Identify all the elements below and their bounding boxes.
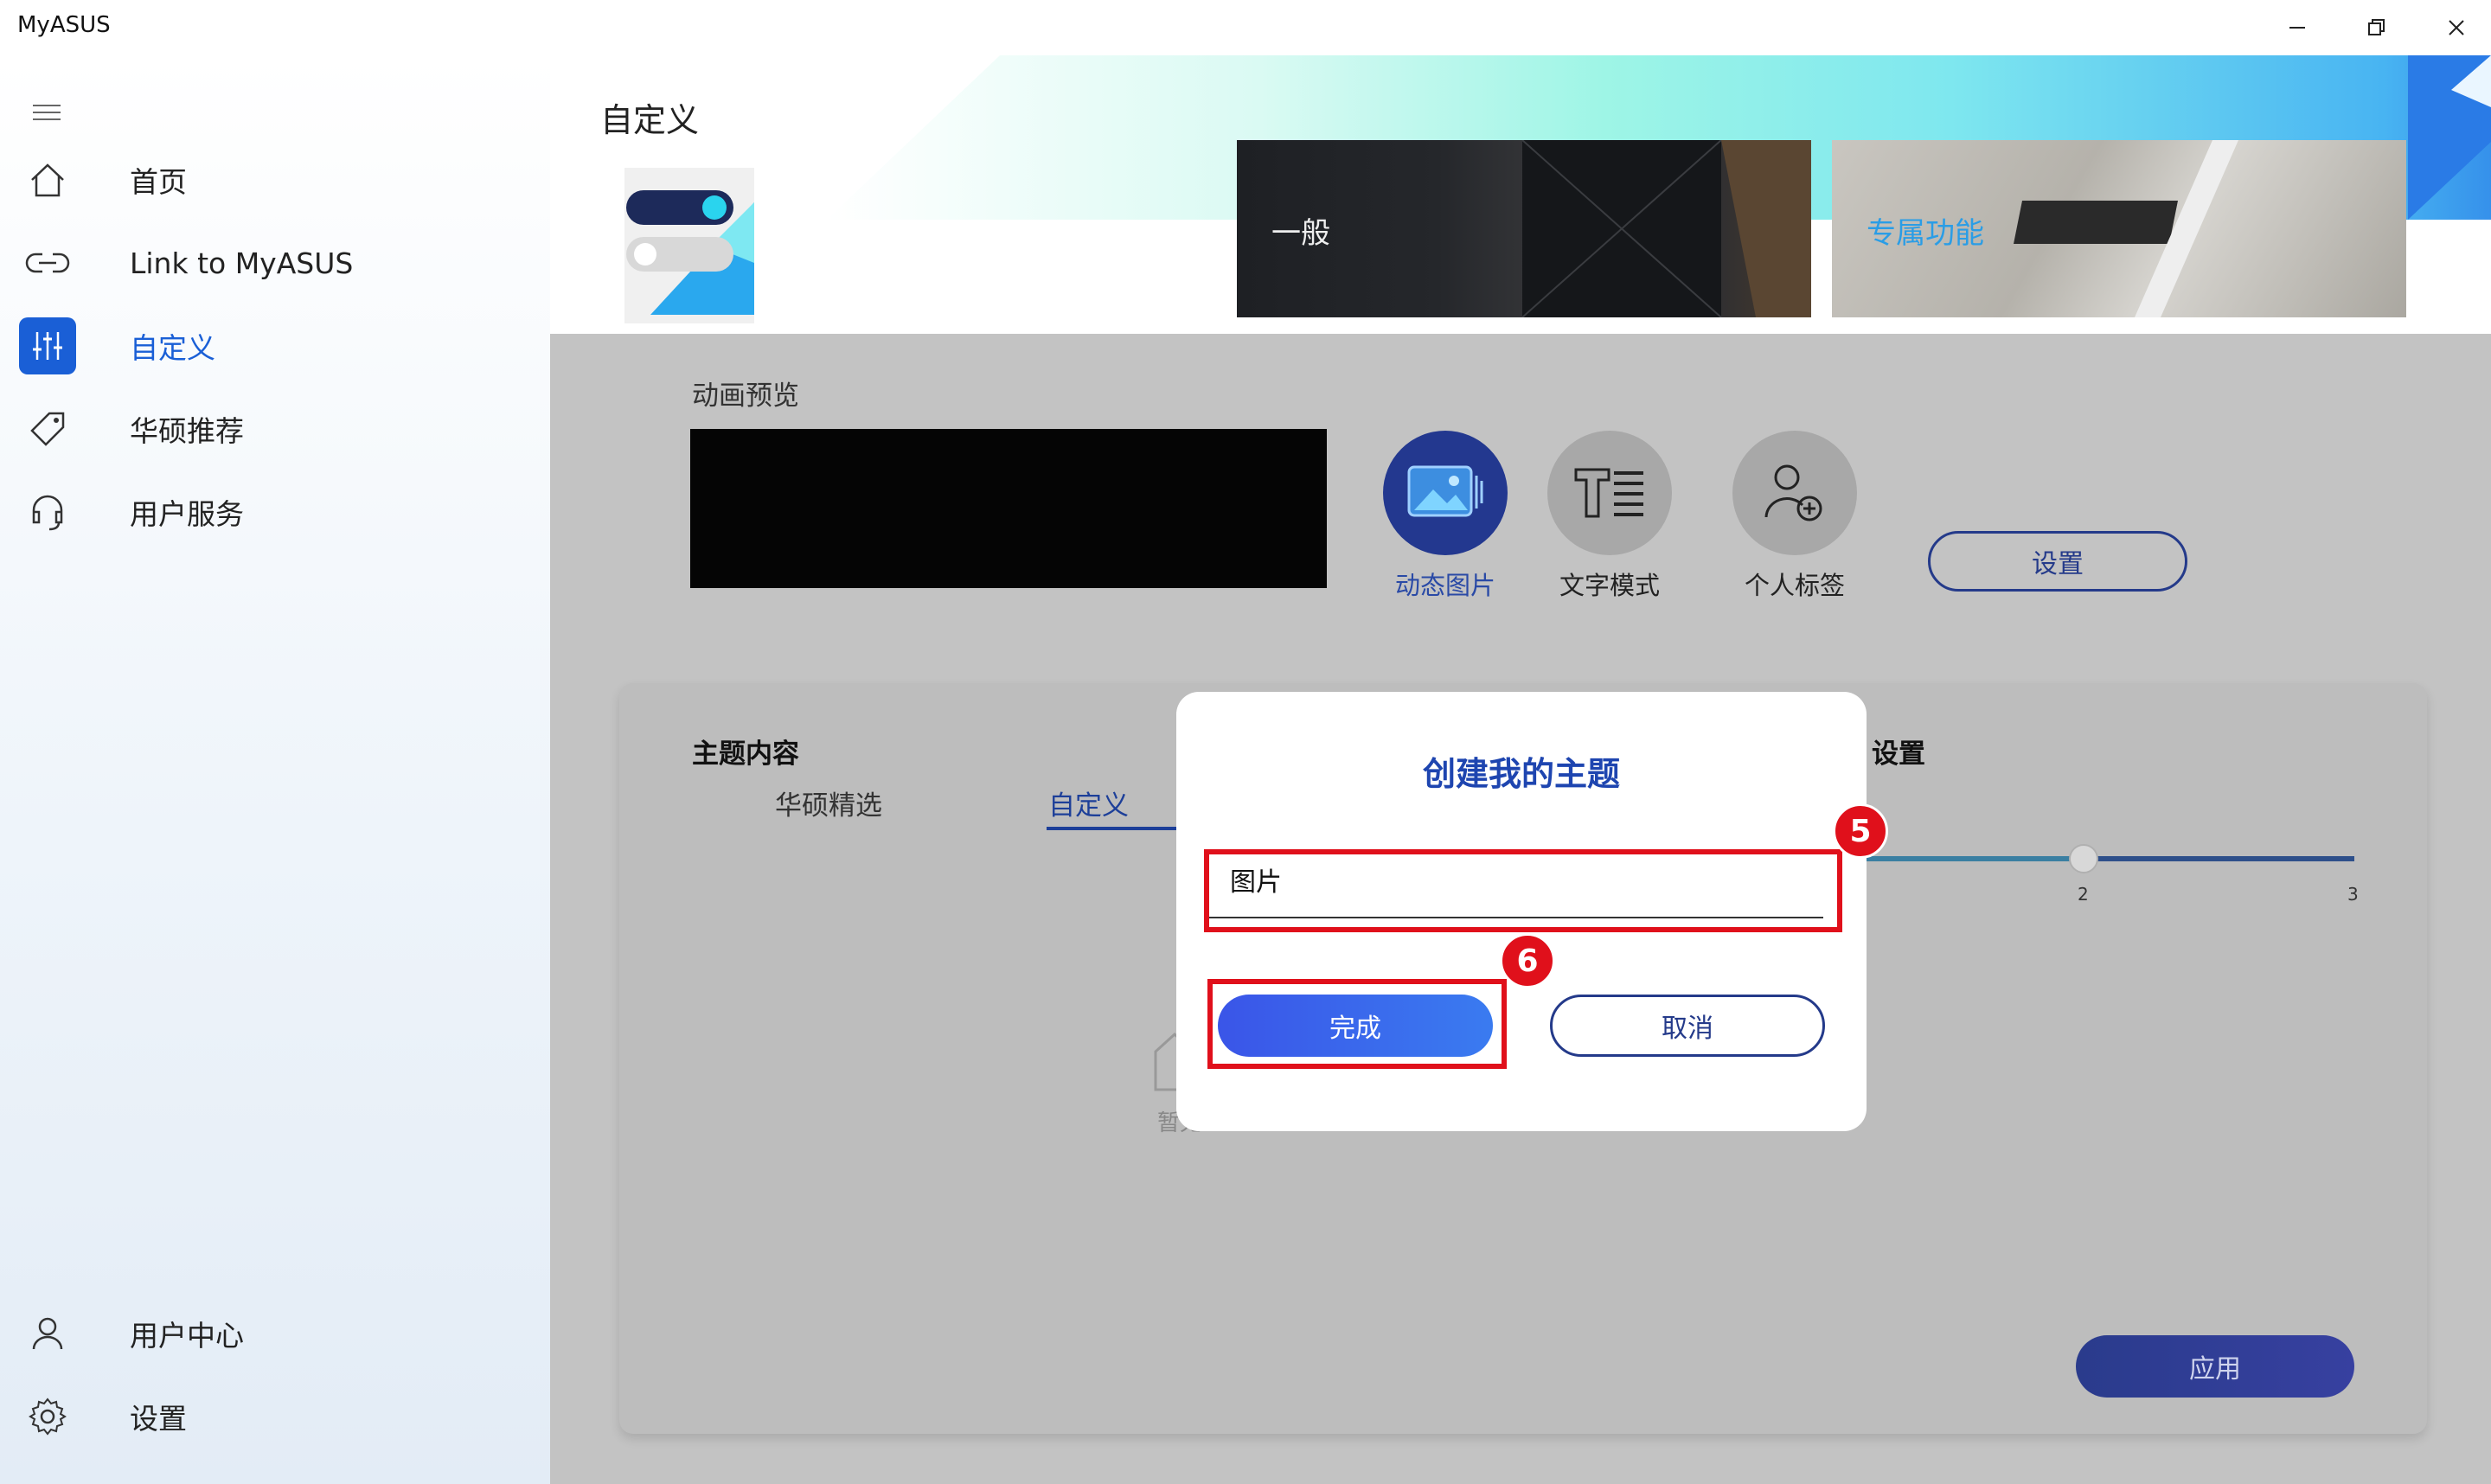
sidebar-item-label: 设置: [130, 1402, 187, 1436]
sidebar-item-link-to-myasus[interactable]: Link to MyASUS: [0, 227, 550, 299]
hamburger-icon: [33, 105, 61, 120]
settings-section-title: 设置: [1872, 739, 1925, 770]
theme-content-title: 主题内容: [692, 739, 799, 770]
step-badge: 6: [1500, 933, 1555, 988]
user-icon: [19, 1305, 76, 1362]
sidebar-item-settings[interactable]: 设置: [0, 1380, 550, 1453]
slider-tick-label: 3: [2347, 884, 2359, 905]
toggle-illustration-icon: [599, 150, 780, 332]
restore-icon: [2368, 19, 2385, 35]
hamburger-button[interactable]: [29, 97, 64, 131]
minimize-button[interactable]: [2257, 0, 2337, 55]
headset-icon: [19, 483, 76, 541]
mode-personal-tag[interactable]: 个人标签: [1730, 431, 1860, 602]
sidebar-item-label: 首页: [130, 165, 187, 199]
tab-asus-picks[interactable]: 华硕精选: [775, 784, 882, 822]
minimize-icon: [2289, 27, 2305, 29]
mode-dynamic-image[interactable]: 动态图片: [1380, 431, 1510, 602]
dialog-title: 创建我的主题: [1422, 755, 1620, 793]
step-badge: 5: [1833, 803, 1888, 859]
page-title: 自定义: [600, 101, 700, 139]
apply-button[interactable]: 应用: [2076, 1335, 2354, 1398]
mode-label: 文字模式: [1559, 571, 1660, 600]
image-icon: [1383, 431, 1508, 555]
mode-label: 个人标签: [1744, 571, 1845, 600]
card-general-label: 一般: [1271, 216, 1330, 251]
close-icon: [2449, 20, 2464, 35]
slider-tick-label: 2: [2078, 884, 2089, 905]
sidebar-item-home[interactable]: 首页: [0, 144, 550, 216]
sidebar-item-label: 用户服务: [130, 497, 244, 531]
title-bar: MyASUS: [0, 0, 2491, 55]
sidebar-item-recommend[interactable]: 华硕推荐: [0, 393, 550, 465]
preview-settings-button[interactable]: 设置: [1928, 531, 2187, 592]
close-button[interactable]: [2417, 0, 2491, 55]
speed-slider-handle[interactable]: [2069, 844, 2098, 873]
sidebar-item-service[interactable]: 用户服务: [0, 476, 550, 548]
sidebar-item-user-center[interactable]: 用户中心: [0, 1297, 550, 1370]
restore-button[interactable]: [2337, 0, 2417, 55]
sidebar-item-label: 华硕推荐: [130, 414, 244, 448]
home-icon: [19, 151, 76, 208]
animation-preview: [690, 429, 1327, 588]
person-tag-icon: [1732, 431, 1857, 555]
sidebar-item-label: Link to MyASUS: [130, 246, 354, 280]
sliders-icon: [19, 317, 76, 374]
header-banner: 自定义 一般 专属功能: [550, 55, 2491, 334]
corner-decoration-icon: [2408, 55, 2491, 228]
gear-icon: [19, 1388, 76, 1445]
preview-label: 动画预览: [692, 381, 799, 412]
sidebar-item-customize[interactable]: 自定义: [0, 310, 550, 382]
mode-text[interactable]: 文字模式: [1545, 431, 1675, 602]
app-title: MyASUS: [17, 12, 111, 38]
mode-label: 动态图片: [1394, 571, 1495, 600]
card-exclusive[interactable]: 专属功能: [1832, 140, 2406, 317]
highlight-input-box: [1204, 849, 1842, 932]
sidebar-item-label: 自定义: [130, 331, 215, 365]
highlight-done-box: [1207, 979, 1507, 1069]
tag-icon: [19, 400, 76, 457]
tab-custom[interactable]: 自定义: [1048, 784, 1129, 822]
link-icon: [19, 234, 76, 291]
text-mode-icon: [1547, 431, 1672, 555]
card-general[interactable]: 一般: [1237, 140, 1811, 317]
sidebar-item-label: 用户中心: [130, 1319, 244, 1353]
sidebar: 首页 Link to MyASUS 自定义 华硕推荐 用户服务 用户中心 设置: [0, 55, 550, 1484]
card-exclusive-label: 专属功能: [1867, 216, 1984, 251]
cancel-button[interactable]: 取消: [1550, 995, 1825, 1057]
